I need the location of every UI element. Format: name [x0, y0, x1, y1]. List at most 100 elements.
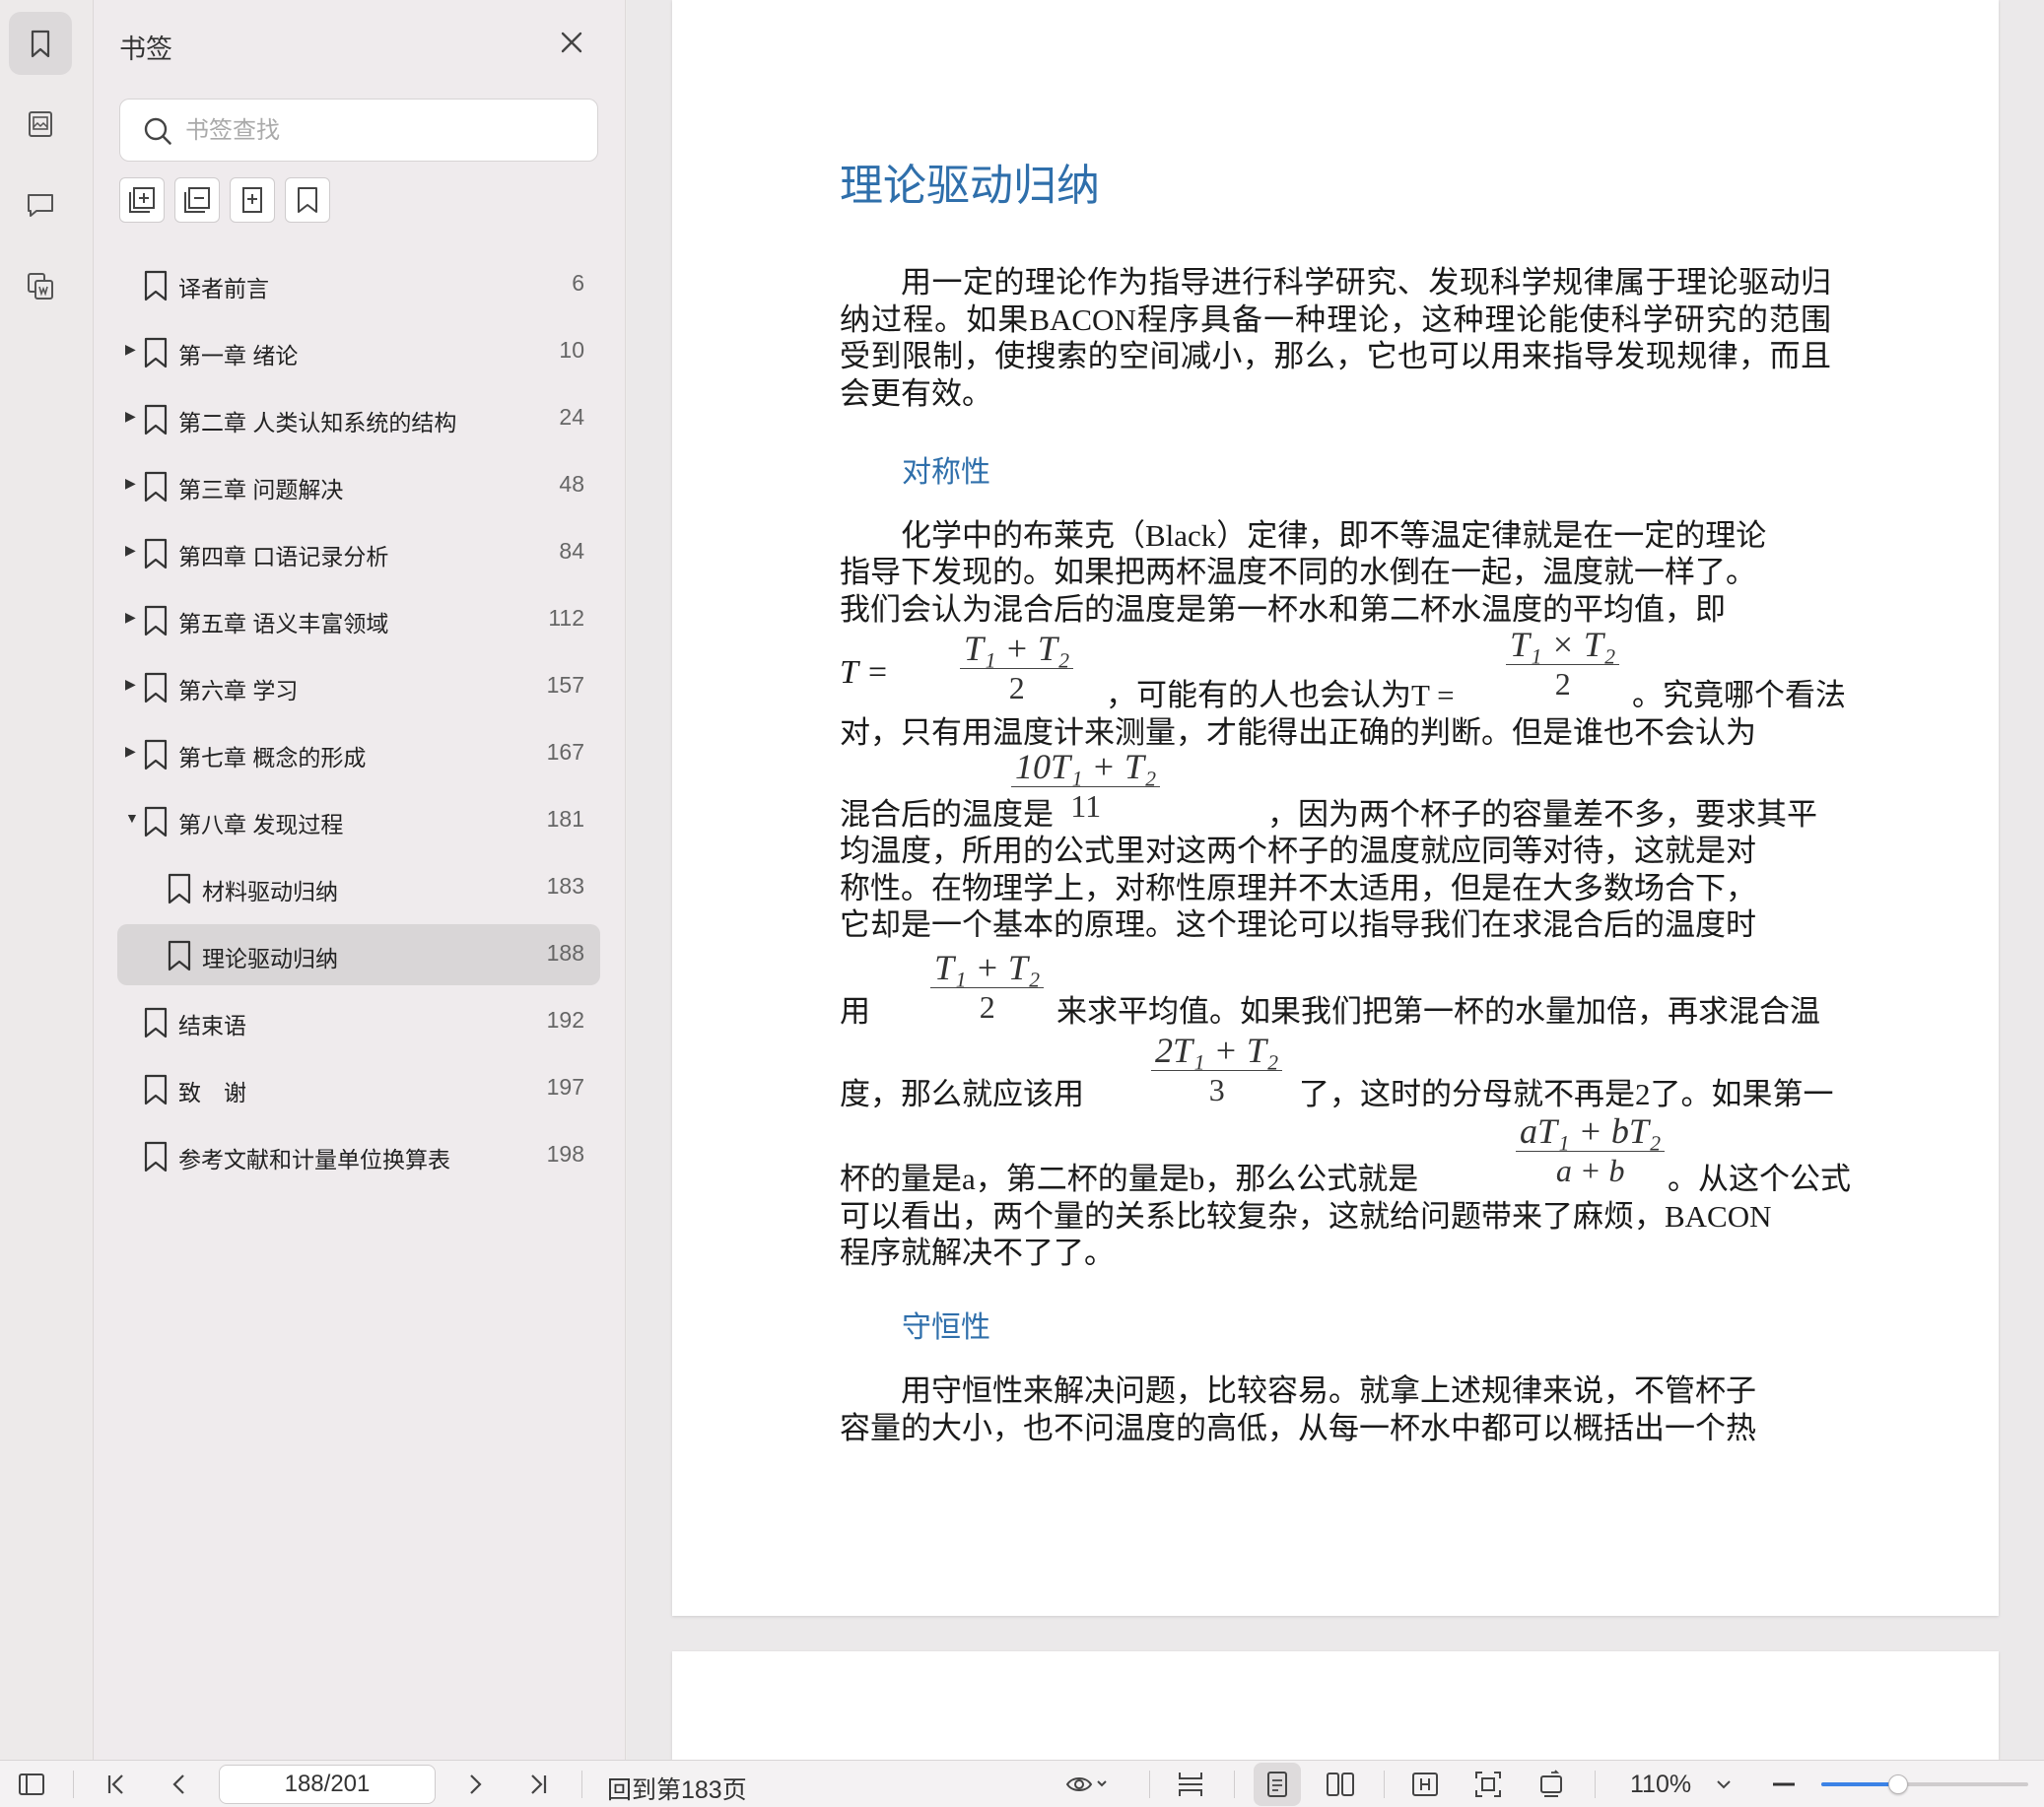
- bookmark-page-number: 157: [546, 672, 584, 698]
- formula: T₁ × T₂ 2: [1506, 625, 1620, 703]
- panel-title: 书签: [119, 34, 172, 64]
- bookmark-label: 致 谢: [178, 1080, 246, 1105]
- bookmark-item[interactable]: 理论驱动归纳 188: [117, 924, 600, 985]
- collapsed-arrow-icon[interactable]: ▶: [125, 609, 136, 626]
- chevron-down-icon[interactable]: [1713, 1769, 1735, 1800]
- single-page-icon[interactable]: [1261, 1769, 1293, 1800]
- bookmark-panel: 书签 译者前言 6 ▶ 第一章 绪论 10 ▶ 第二章 人类认知系统的结构 24 ▶ 第三章 问题…: [94, 0, 626, 1760]
- formula: T₁ + T₂ 2: [960, 629, 1074, 706]
- section-heading: 守恒性: [902, 1311, 990, 1344]
- formula-numerator: 10T₁ + T₂: [1011, 747, 1161, 787]
- bookmark-item[interactable]: ▶ 第二章 人类认知系统的结构 24: [117, 388, 600, 449]
- status-bar: 回到第183页 110%: [0, 1760, 2044, 1807]
- last-page-icon[interactable]: [522, 1769, 554, 1800]
- zoom-slider-thumb[interactable]: [1887, 1774, 1908, 1794]
- collapsed-arrow-icon[interactable]: ▶: [125, 542, 136, 559]
- comment-panel-icon[interactable]: [9, 173, 72, 236]
- collapsed-arrow-icon[interactable]: ▶: [125, 743, 136, 760]
- bookmark-label: 第一章 绪论: [178, 343, 299, 368]
- zoom-level[interactable]: 110%: [1630, 1771, 1691, 1799]
- previous-page-icon[interactable]: [164, 1769, 195, 1800]
- bookmark-page-number: 6: [572, 270, 584, 296]
- formula: aT₁ + bT₂ a + b: [1516, 1111, 1666, 1189]
- sidebar-toggle-icon[interactable]: [16, 1769, 47, 1800]
- separator: [1234, 1771, 1235, 1798]
- bookmark-item[interactable]: 结束语 192: [117, 991, 600, 1052]
- collapsed-arrow-icon[interactable]: ▶: [125, 676, 136, 693]
- bookmark-label: 译者前言: [178, 276, 269, 301]
- document-page-next: [672, 1651, 1999, 1760]
- text-line: 对，只有用温度计来测量，才能得出正确的判断。但是谁也不会认为: [840, 715, 1756, 750]
- bookmark-panel-icon[interactable]: [9, 12, 72, 75]
- bookmark-item[interactable]: ▶ 第四章 口语记录分析 84: [117, 522, 600, 583]
- rotate-icon[interactable]: [1535, 1769, 1567, 1800]
- text-line: 度，那么就应该用: [840, 1077, 1084, 1111]
- add-bookmark-button[interactable]: [230, 177, 275, 223]
- collapsed-arrow-icon[interactable]: ▶: [125, 475, 136, 492]
- bookmark-item[interactable]: ▶ 第七章 概念的形成 167: [117, 723, 600, 784]
- text-line: 来求平均值。如果我们把第一杯的水量加倍，再求混合温: [1056, 994, 1820, 1029]
- bookmark-item[interactable]: 材料驱动归纳 183: [117, 857, 600, 918]
- bookmark-page-number: 183: [546, 873, 584, 899]
- text-line: 用守恒性来解决问题，比较容易。就拿上述规律来说，不管杯子: [901, 1373, 1756, 1408]
- text-line: 。究竟哪个看法: [1632, 678, 1846, 712]
- two-page-icon[interactable]: [1325, 1769, 1356, 1800]
- bookmark-page-number: 198: [546, 1141, 584, 1167]
- next-page-icon[interactable]: [459, 1769, 491, 1800]
- bookmark-page-number: 181: [546, 806, 584, 832]
- thumbnail-panel-icon[interactable]: [9, 93, 72, 156]
- page-number-input[interactable]: [219, 1765, 436, 1804]
- close-icon[interactable]: [557, 28, 586, 57]
- bookmark-item[interactable]: ▶ 第三章 问题解决 48: [117, 455, 600, 516]
- bookmark-item[interactable]: 参考文献和计量单位换算表 198: [117, 1125, 600, 1186]
- document-page: 理论驱动归纳 用一定的理论作为指导进行科学研究、发现科学规律属于理论驱动归纳过程…: [672, 0, 1999, 1616]
- collapsed-arrow-icon[interactable]: ▶: [125, 341, 136, 358]
- document-view[interactable]: 理论驱动归纳 用一定的理论作为指导进行科学研究、发现科学规律属于理论驱动归纳过程…: [627, 0, 2044, 1760]
- back-to-page-link[interactable]: 回到第183页: [607, 1771, 747, 1806]
- eye-icon[interactable]: [1064, 1769, 1108, 1800]
- formula-denominator: 2: [1554, 666, 1571, 702]
- zoom-out-icon[interactable]: [1768, 1769, 1800, 1800]
- expand-all-icon: [129, 187, 155, 213]
- first-page-icon[interactable]: [101, 1769, 132, 1800]
- collapse-all-button[interactable]: [174, 177, 220, 223]
- bookmark-icon: [144, 1141, 168, 1172]
- text-line: 称性。在物理学上，对称性原理并不太适用，但是在大多数场合下，: [840, 871, 1756, 905]
- bookmark-label: 结束语: [178, 1013, 246, 1038]
- continuous-scroll-icon[interactable]: [1175, 1769, 1206, 1800]
- bookmark-label: 第四章 口语记录分析: [178, 544, 389, 569]
- bookmark-item[interactable]: ▶ 第六章 学习 157: [117, 656, 600, 717]
- expand-all-button[interactable]: [119, 177, 165, 223]
- bookmark-icon: [298, 187, 317, 213]
- bookmark-label: 第七章 概念的形成: [178, 745, 367, 770]
- bookmark-icon: [144, 806, 168, 837]
- attachment-panel-icon[interactable]: [9, 254, 72, 317]
- text-line: 容量的大小，也不问温度的高低，从每一杯水中都可以概括出一个热: [840, 1411, 1756, 1445]
- formula: 2T₁ + T₂ 3: [1151, 1031, 1283, 1108]
- bookmark-icon: [144, 404, 168, 435]
- separator: [1149, 1771, 1150, 1798]
- bookmark-item[interactable]: ▶ 第一章 绪论 10: [117, 321, 600, 382]
- search-input[interactable]: [185, 111, 579, 151]
- fit-width-icon[interactable]: [1409, 1769, 1441, 1800]
- separator: [73, 1771, 74, 1798]
- bookmark-icon: [168, 873, 191, 904]
- collapsed-arrow-icon[interactable]: ▶: [125, 408, 136, 425]
- bookmark-item[interactable]: 致 谢 197: [117, 1058, 600, 1119]
- bookmark-item[interactable]: ▼ 第八章 发现过程 181: [117, 790, 600, 851]
- expanded-arrow-icon[interactable]: ▼: [125, 810, 139, 826]
- bookmark-icon: [144, 1074, 168, 1105]
- formula-numerator: 2T₁ + T₂: [1151, 1031, 1283, 1071]
- bookmark-button[interactable]: [285, 177, 330, 223]
- formula: T₁ + T₂ 2: [930, 948, 1045, 1026]
- bookmark-label: 材料驱动归纳: [202, 879, 338, 904]
- zoom-slider[interactable]: [1821, 1774, 2028, 1794]
- text-line: 指导下发现的。如果把两杯温度不同的水倒在一起，温度就一样了。: [840, 555, 1756, 589]
- bookmark-item[interactable]: 译者前言 6: [117, 254, 600, 315]
- paragraph: 用一定的理论作为指导进行科学研究、发现科学规律属于理论驱动归纳过程。如果BACO…: [840, 265, 1831, 411]
- bookmark-page-number: 48: [559, 471, 584, 497]
- bookmark-page-number: 192: [546, 1007, 584, 1033]
- bookmark-item[interactable]: ▶ 第五章 语义丰富领域 112: [117, 589, 600, 650]
- bookmark-search[interactable]: [119, 99, 598, 162]
- fit-page-icon[interactable]: [1472, 1769, 1504, 1800]
